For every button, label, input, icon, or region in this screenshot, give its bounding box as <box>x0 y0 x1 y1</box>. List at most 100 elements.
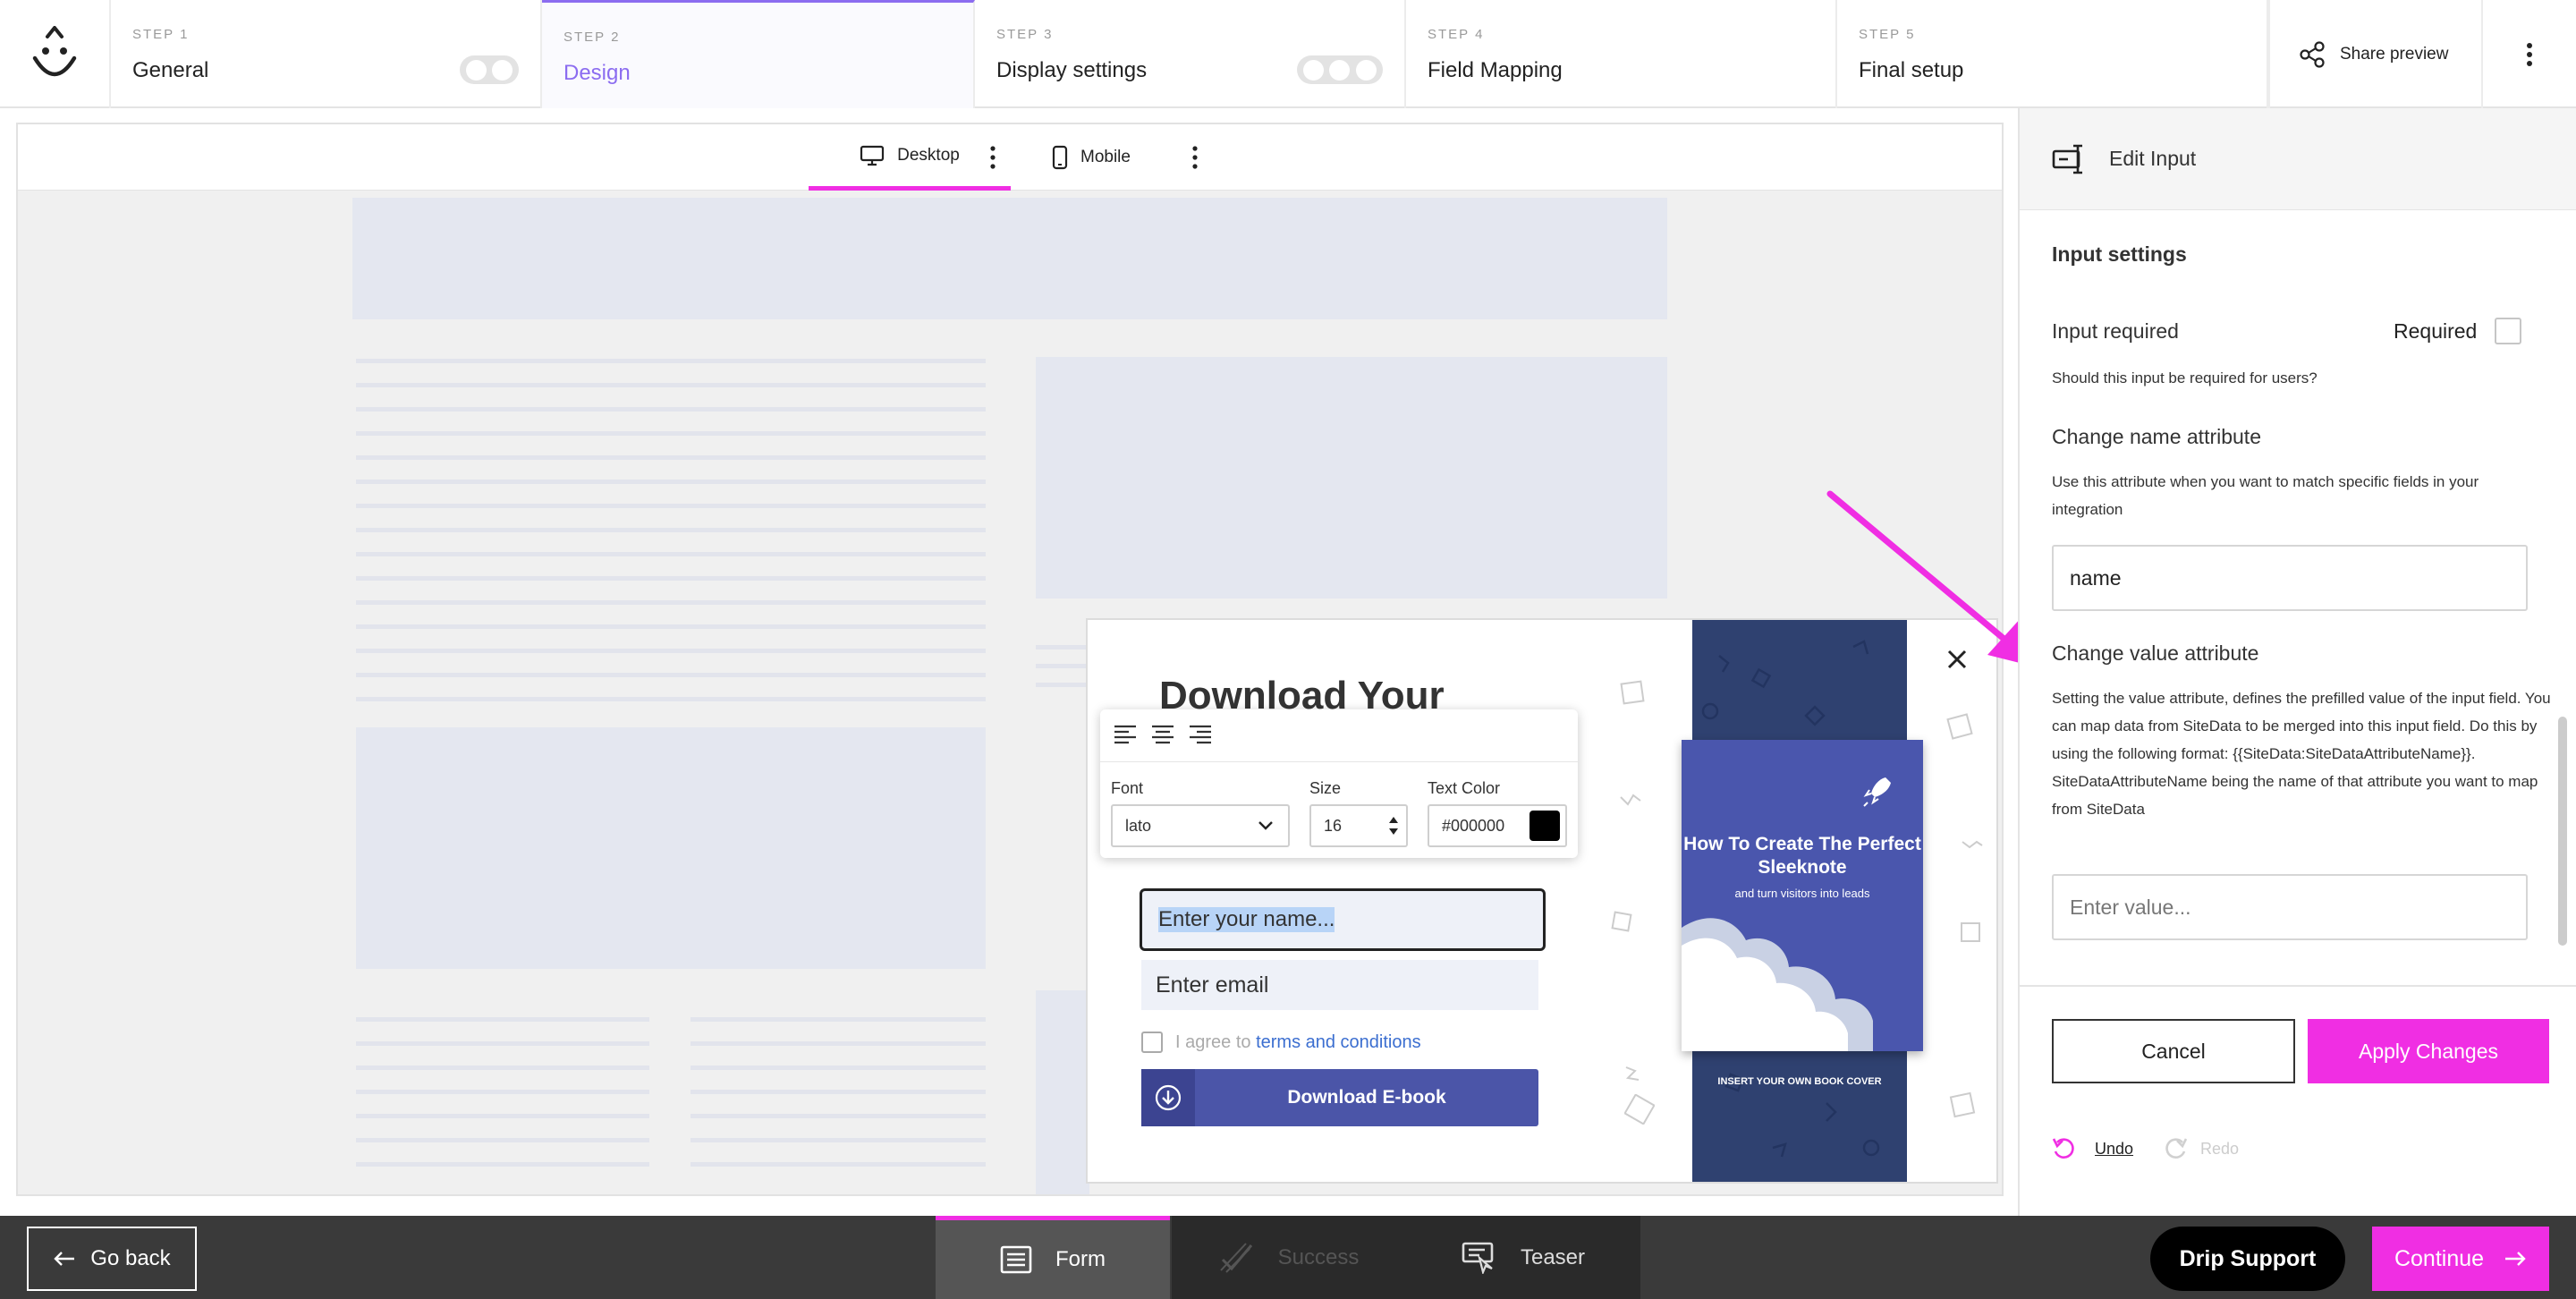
placeholder-image <box>356 727 986 969</box>
download-ebook-button[interactable]: Download E-book <box>1141 1069 1538 1126</box>
step-number: STEP 5 <box>1859 27 1916 42</box>
step-label: Design <box>564 61 631 85</box>
bottom-bar: Go back Form Success Teaser Drip Support… <box>0 1216 2576 1299</box>
text-color-input[interactable]: #000000 <box>1428 804 1567 847</box>
redo-button[interactable]: Redo <box>2163 1137 2239 1160</box>
success-icon <box>1219 1242 1252 1273</box>
email-input[interactable]: Enter email <box>1141 960 1538 1010</box>
required-help-text: Should this input be required for users? <box>2052 369 2318 386</box>
placeholder-text-block <box>1036 645 1089 687</box>
desktop-options-icon[interactable] <box>989 146 996 174</box>
align-center-icon[interactable] <box>1150 724 1175 745</box>
name-attribute-input[interactable]: name <box>2052 545 2528 611</box>
step-design[interactable]: STEP 2 Design <box>542 0 975 108</box>
font-select[interactable]: lato <box>1111 804 1290 847</box>
placeholder-text-block <box>691 1017 986 1167</box>
undo-label: Undo <box>2095 1139 2134 1158</box>
step-display-settings[interactable]: STEP 3 Display settings <box>975 0 1406 108</box>
cancel-button[interactable]: Cancel <box>2052 1019 2295 1083</box>
share-preview-label: Share preview <box>2340 44 2449 64</box>
name-attribute-title: Change name attribute <box>2052 425 2261 448</box>
mobile-label: Mobile <box>1080 148 1131 166</box>
step-status-toggle-icon <box>1297 55 1383 84</box>
tab-form[interactable]: Form <box>936 1216 1170 1299</box>
text-color-label: Text Color <box>1428 779 1501 797</box>
stepper-arrows-icon[interactable] <box>1388 814 1399 837</box>
value-attribute-input[interactable]: Enter value... <box>2052 874 2528 940</box>
book-cover-note: INSERT YOUR OWN BOOK COVER <box>1717 1076 1882 1087</box>
undo-icon <box>2052 1138 2074 1159</box>
book-title: How To Create The Perfect Sleeknote <box>1683 834 1921 878</box>
name-input[interactable]: Enter your name... <box>1140 888 1546 951</box>
placeholder-image <box>1036 990 1089 1194</box>
zigzag-icon <box>1619 792 1642 812</box>
value-attribute-placeholder: Enter value... <box>2070 895 2191 919</box>
mobile-options-icon[interactable] <box>1191 146 1199 174</box>
go-back-button[interactable]: Go back <box>27 1227 197 1291</box>
panel-title: Edit Input <box>2109 147 2197 170</box>
book-subtitle: and turn visitors into leads <box>1734 887 1870 900</box>
step-final-setup[interactable]: STEP 5 Final setup <box>1837 0 2268 108</box>
step-number: STEP 4 <box>1428 27 1485 42</box>
required-checkbox[interactable] <box>2495 318 2522 344</box>
step-label: Final setup <box>1859 58 1964 82</box>
drip-support-button[interactable]: Drip Support <box>2150 1227 2345 1291</box>
step-number: STEP 2 <box>564 30 621 45</box>
outline-square-icon <box>1948 1091 1977 1124</box>
align-right-icon[interactable] <box>1188 724 1213 745</box>
step-field-mapping[interactable]: STEP 4 Field Mapping <box>1406 0 1837 108</box>
alignment-buttons <box>1113 724 1213 745</box>
popup-form-preview: Download Your How To Create The Perfect … <box>1086 618 1998 1184</box>
zigzag-icon <box>1623 1064 1646 1088</box>
download-button-label: Download E-book <box>1287 1087 1446 1108</box>
agree-text: I agree to <box>1175 1032 1251 1052</box>
tab-desktop[interactable]: Desktop <box>809 124 1011 191</box>
outline-square-icon <box>1959 921 1982 948</box>
apply-changes-button[interactable]: Apply Changes <box>2308 1019 2549 1083</box>
email-input-placeholder: Enter email <box>1156 972 1269 998</box>
arrow-right-icon <box>2505 1252 2526 1266</box>
terms-link[interactable]: terms and conditions <box>1256 1032 1421 1052</box>
placeholder-image <box>1036 357 1667 599</box>
share-preview-button[interactable]: Share preview <box>2268 0 2483 108</box>
step-number: STEP 1 <box>132 27 190 42</box>
panel-scrollbar[interactable] <box>2558 717 2567 946</box>
more-vertical-icon[interactable] <box>2483 0 2576 108</box>
value-attribute-help: Setting the value attribute, defines the… <box>2052 690 2551 818</box>
tab-teaser[interactable]: Teaser <box>1406 1216 1640 1299</box>
terms-row: I agree to terms and conditions <box>1141 1032 1421 1053</box>
steps-header: STEP 1 General STEP 2 Design STEP 3 Disp… <box>0 0 2576 108</box>
toolbar-divider <box>1100 761 1578 762</box>
panel-footer: Cancel Apply Changes Undo Redo <box>2020 985 2576 1216</box>
terms-checkbox[interactable] <box>1141 1032 1163 1053</box>
step-status-toggle-icon <box>460 55 519 84</box>
smiley-logo-icon[interactable] <box>0 0 111 108</box>
continue-button[interactable]: Continue <box>2372 1227 2549 1291</box>
redo-label: Redo <box>2200 1139 2240 1158</box>
tab-form-label: Form <box>1055 1247 1106 1271</box>
cloud-illustration-icon <box>1682 918 1873 1051</box>
panel-header: Edit Input <box>2020 108 2576 210</box>
tab-success[interactable]: Success <box>1172 1216 1406 1299</box>
size-label: Size <box>1309 779 1342 797</box>
color-swatch[interactable] <box>1530 811 1560 841</box>
font-value: lato <box>1125 816 1152 835</box>
tab-teaser-label: Teaser <box>1520 1244 1586 1269</box>
undo-button[interactable]: Undo <box>2052 1137 2133 1160</box>
size-value: 16 <box>1324 816 1343 835</box>
tab-mobile[interactable]: Mobile <box>1052 124 1186 191</box>
step-label: Field Mapping <box>1428 58 1563 82</box>
align-left-icon[interactable] <box>1113 724 1138 745</box>
step-number: STEP 3 <box>996 27 1054 42</box>
download-icon <box>1141 1069 1195 1126</box>
input-required-title: Input required <box>2052 319 2179 343</box>
tab-success-label: Success <box>1277 1244 1360 1269</box>
outline-square-icon <box>1623 1093 1656 1129</box>
pointer-arrow-icon <box>1826 490 2038 667</box>
step-general[interactable]: STEP 1 General <box>111 0 542 108</box>
device-switcher: Desktop Mobile <box>18 124 2002 191</box>
chevron-doodle-icon <box>1961 838 1984 855</box>
desktop-icon <box>860 145 885 166</box>
size-stepper[interactable]: 16 <box>1309 804 1408 847</box>
book-cover-image[interactable]: How To Create The Perfect Sleeknote and … <box>1682 740 1923 1051</box>
